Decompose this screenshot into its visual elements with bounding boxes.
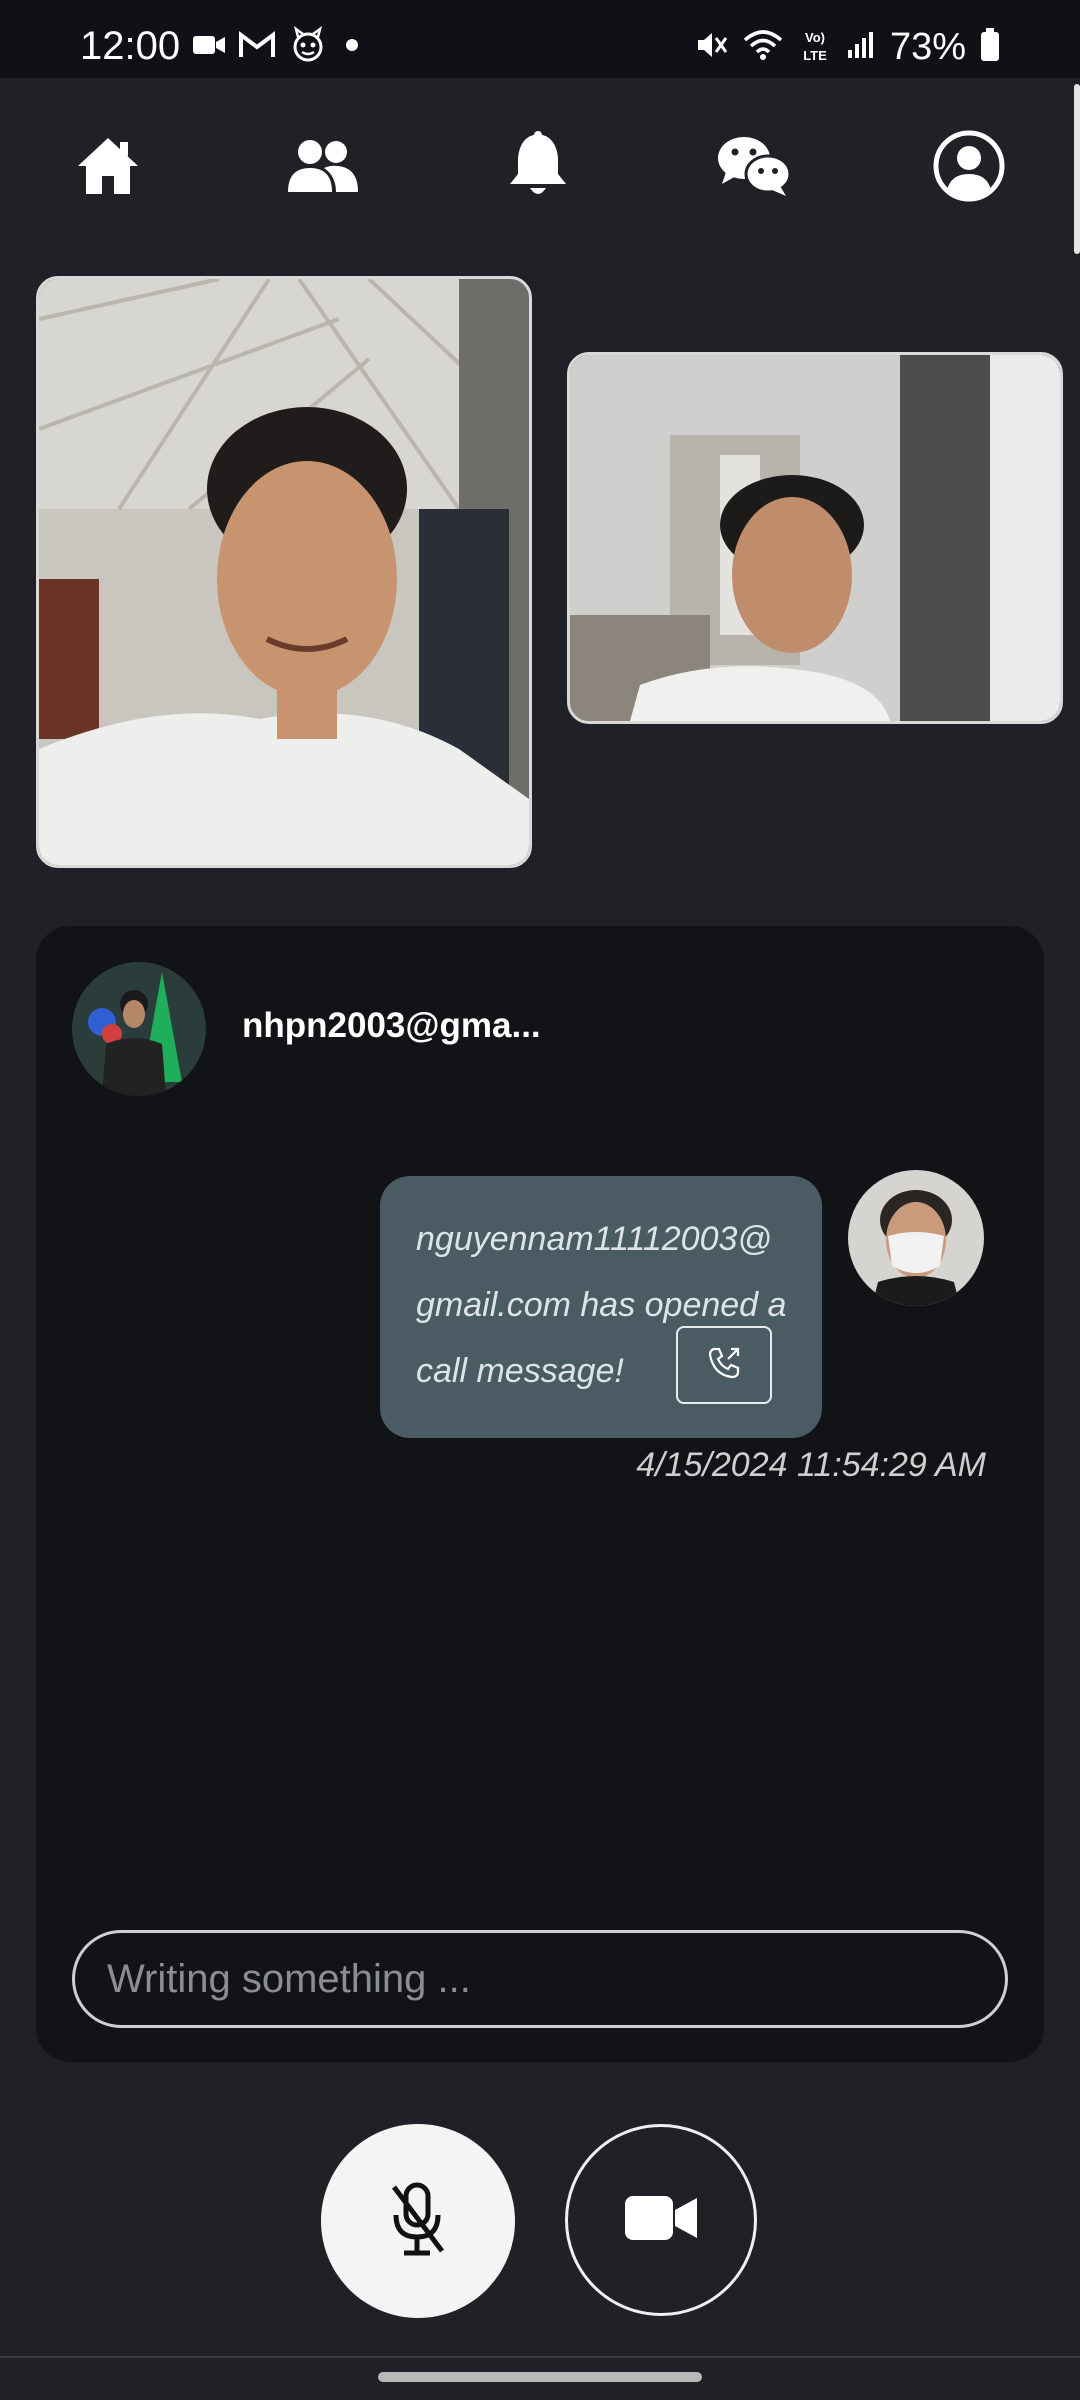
nav-chat[interactable] [714, 128, 794, 208]
signal-icon [846, 30, 876, 65]
nav-home[interactable] [68, 128, 148, 208]
battery-icon [980, 27, 1000, 67]
chat-icon [716, 134, 792, 203]
gmail-icon [238, 30, 276, 64]
home-icon [76, 134, 140, 203]
bottom-divider [0, 2356, 1080, 2358]
chat-panel: nhpn2003@gma... nguyennam11112003@ gmail… [36, 926, 1044, 2062]
join-call-button[interactable] [676, 1326, 772, 1404]
profile-icon [931, 128, 1007, 209]
svg-text:Vo): Vo) [805, 30, 825, 45]
mute-icon [694, 28, 728, 67]
home-indicator[interactable] [378, 2372, 702, 2382]
status-bar: 12:00 Vo) LTE 73% [0, 0, 1080, 78]
friends-icon [284, 136, 360, 201]
message-input[interactable] [72, 1930, 1008, 2028]
sender-avatar[interactable] [848, 1170, 984, 1306]
local-video[interactable] [36, 276, 532, 868]
status-right-icons: Vo) LTE 73% [694, 24, 1000, 70]
message-timestamp: 4/15/2024 11:54:29 AM [636, 1446, 986, 1484]
message-bubble: nguyennam11112003@ gmail.com has opened … [380, 1176, 822, 1438]
sender-avatar-image [848, 1170, 984, 1306]
contact-name[interactable]: nhpn2003@gma... [242, 1006, 541, 1046]
contact-avatar[interactable] [72, 962, 206, 1096]
contact-avatar-image [72, 962, 206, 1096]
toggle-camera-button[interactable] [565, 2124, 757, 2316]
remote-video[interactable] [567, 352, 1063, 724]
volte-icon: Vo) LTE [798, 27, 832, 68]
remote-video-feed [570, 355, 1060, 721]
phone-outgoing-icon [704, 1343, 744, 1388]
wifi-icon [742, 28, 784, 67]
svg-text:LTE: LTE [803, 48, 827, 63]
nav-notifications[interactable] [498, 128, 578, 208]
bell-icon [506, 130, 570, 207]
status-left-icons [192, 24, 364, 70]
app-icon [288, 25, 328, 70]
mic-off-icon [388, 2181, 448, 2262]
top-nav [0, 78, 1080, 248]
video-camera-icon [623, 2192, 699, 2249]
nav-friends[interactable] [282, 128, 362, 208]
scrollbar[interactable] [1074, 84, 1080, 254]
video-call-icon [192, 33, 226, 62]
local-video-feed [39, 279, 529, 865]
dot-icon [340, 33, 364, 62]
battery-percent: 73% [889, 25, 966, 68]
nav-profile[interactable] [929, 128, 1009, 208]
mute-mic-button[interactable] [321, 2124, 515, 2318]
status-time: 12:00 [80, 24, 181, 68]
